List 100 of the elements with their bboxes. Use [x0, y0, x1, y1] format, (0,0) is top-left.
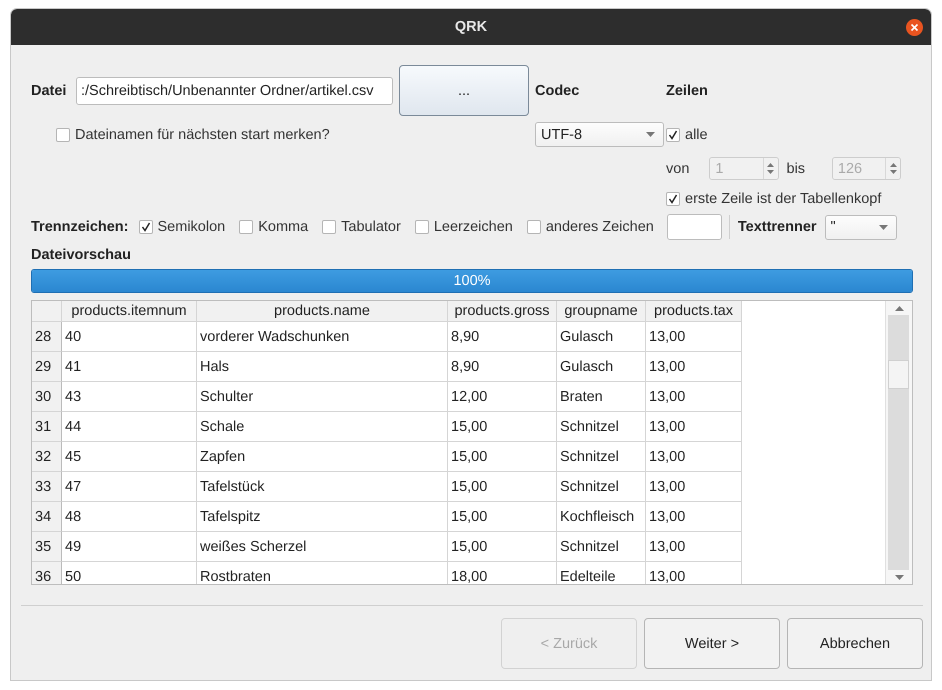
table-cell: 15,00: [448, 502, 557, 532]
table-cell: Gulasch: [557, 352, 646, 382]
table-cell: 13,00: [646, 442, 742, 472]
dropdown-value: ": [830, 219, 836, 235]
table-cell: 13,00: [646, 502, 742, 532]
table-cell: Edelteile: [557, 562, 646, 584]
checkbox-label: anderes Zeichen: [546, 219, 654, 235]
close-icon[interactable]: [906, 19, 923, 36]
section-label: Dateivorschau: [31, 247, 132, 263]
checkbox[interactable]: [322, 220, 336, 234]
checkbox-label: Leerzeichen: [434, 219, 513, 235]
spin-up-icon: [890, 163, 896, 167]
checkbox[interactable]: [666, 192, 680, 206]
column-header[interactable]: groupname: [557, 301, 646, 322]
table-cell: Hals: [197, 352, 448, 382]
checkbox-label: Komma: [258, 219, 308, 235]
column-header[interactable]: products.tax: [646, 301, 742, 322]
checkbox[interactable]: [666, 128, 680, 142]
range-label: von: [666, 160, 690, 176]
table-cell: 13,00: [646, 352, 742, 382]
range-label: bis: [786, 160, 806, 176]
table-cell: Schnitzel: [557, 532, 646, 562]
table-cell: 50: [62, 562, 197, 584]
table-cell: 49: [62, 532, 197, 562]
checkbox-label: alle: [685, 126, 708, 142]
table-cell: Schnitzel: [557, 472, 646, 502]
table-cell: 8,90: [448, 322, 557, 352]
spin-up-icon: [767, 163, 774, 167]
table-cell: 13,00: [646, 532, 742, 562]
table-cell: Schulter: [197, 382, 448, 412]
row-number[interactable]: 36: [32, 562, 62, 584]
column-header[interactable]: products.gross: [448, 301, 557, 322]
checkbox[interactable]: [414, 220, 429, 234]
spin-down-icon: [767, 170, 774, 174]
spin-down-icon: [890, 170, 896, 174]
checkbox[interactable]: [239, 220, 254, 234]
table-cell: Schnitzel: [557, 412, 646, 442]
table-cell: 15,00: [448, 532, 557, 562]
checkbox-label: Semikolon: [158, 219, 226, 235]
table-cell: Tafelstück: [197, 472, 448, 502]
browse-button[interactable]: ...: [399, 65, 529, 116]
table-cell: Schale: [197, 412, 448, 442]
dialog-button[interactable]: Weiter >: [644, 618, 780, 669]
progress-text: 100%: [452, 272, 492, 291]
table-cell: weißes Scherzel: [197, 532, 448, 562]
dropdown-arrow-icon: [878, 224, 888, 230]
table-cell: 40: [62, 322, 197, 352]
table-cell: 8,90: [448, 352, 557, 382]
table-cell: 45: [62, 442, 197, 472]
table-cell: Gulasch: [557, 322, 646, 352]
table-cell: 13,00: [646, 322, 742, 352]
row-number[interactable]: 34: [32, 502, 62, 532]
checkbox[interactable]: [56, 128, 70, 142]
column-header[interactable]: products.itemnum: [62, 301, 197, 322]
delimiter-dropdown[interactable]: ": [824, 214, 897, 240]
window-title: QRK: [454, 19, 488, 35]
row-number[interactable]: 32: [32, 442, 62, 472]
table-cell: 13,00: [646, 562, 742, 584]
codec-dropdown[interactable]: UTF-8: [535, 122, 664, 147]
section-label: Trennzeichen:: [31, 219, 128, 235]
table-cell: Braten: [557, 382, 646, 412]
table-cell: 47: [62, 472, 197, 502]
table-cell: Zapfen: [197, 442, 448, 472]
dropdown-value: UTF-8: [541, 126, 582, 142]
section-label: Zeilen: [666, 82, 709, 98]
table-cell: 15,00: [448, 442, 557, 472]
table-cell: 13,00: [646, 472, 742, 502]
row-number[interactable]: 33: [32, 472, 62, 502]
checkbox[interactable]: [526, 220, 541, 234]
input-field[interactable]: [666, 214, 722, 240]
row-number[interactable]: 35: [32, 532, 62, 562]
row-number[interactable]: 29: [32, 352, 62, 382]
section-label: Codec: [535, 82, 580, 98]
scrollbar[interactable]: [885, 301, 912, 584]
table-cell: 48: [62, 502, 197, 532]
checkbox-label: Dateinamen für nächsten start merken?: [75, 126, 330, 142]
column-header[interactable]: products.name: [197, 301, 448, 322]
scroll-up-icon: [894, 306, 904, 310]
table-cell: 12,00: [448, 382, 557, 412]
dropdown-arrow-icon: [646, 132, 655, 137]
checkbox[interactable]: [138, 220, 152, 234]
spin-value: 126: [838, 160, 862, 176]
checkbox-label: Tabulator: [341, 219, 401, 235]
table-cell: Tafelspitz: [197, 502, 448, 532]
spin-value: 1: [715, 160, 724, 176]
corner-header: [32, 301, 62, 322]
dialog-button[interactable]: Abbrechen: [787, 618, 923, 669]
table-cell: Schnitzel: [557, 442, 646, 472]
table-cell: 41: [62, 352, 197, 382]
row-number[interactable]: 31: [32, 412, 62, 442]
table-cell: 13,00: [646, 412, 742, 442]
scrollbar-thumb[interactable]: [888, 360, 909, 389]
table-cell: Kochfleisch: [557, 502, 646, 532]
section-label: Texttrenner: [738, 219, 817, 235]
scroll-down-icon: [894, 574, 904, 580]
input-field[interactable]: :/Schreibtisch/Unbenannter Ordner/artikel.csv: [76, 76, 393, 104]
row-number[interactable]: 30: [32, 382, 62, 412]
table-cell: 13,00: [646, 382, 742, 412]
row-number[interactable]: 28: [32, 322, 62, 352]
table-cell: 15,00: [448, 412, 557, 442]
